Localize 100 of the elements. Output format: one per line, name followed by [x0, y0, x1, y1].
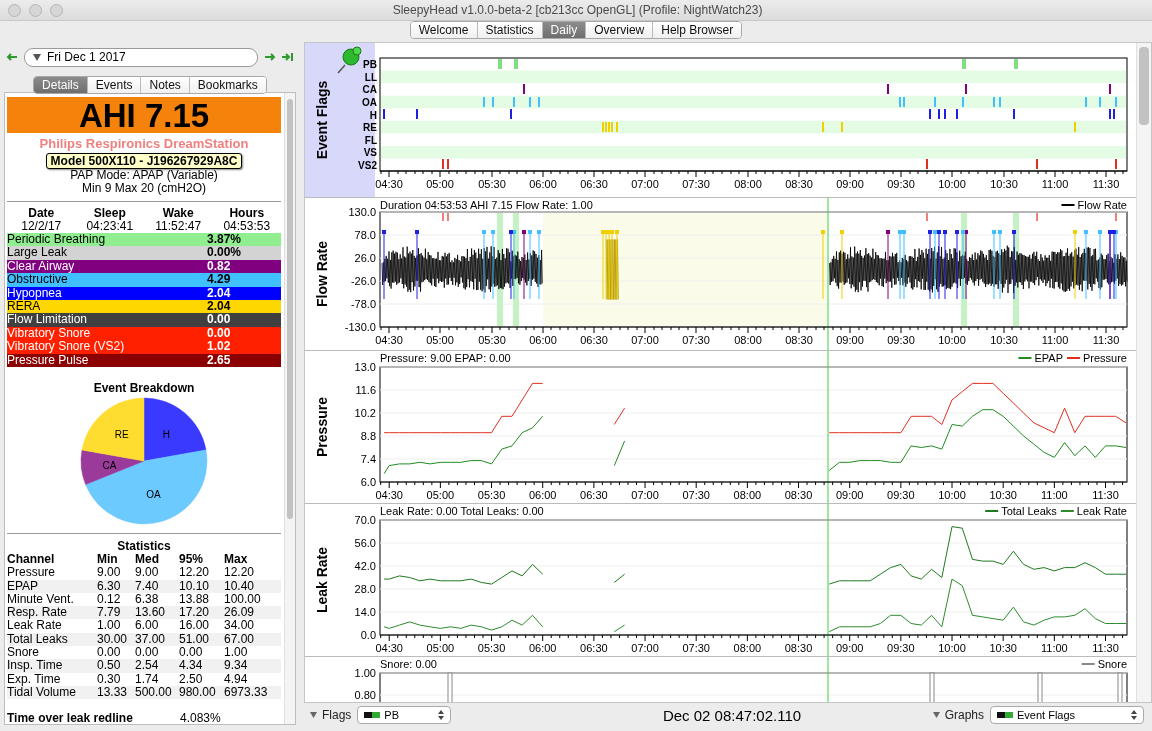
axis-label: 09:30 — [887, 642, 915, 654]
table-cell-text: Pressure — [7, 566, 57, 580]
table-cell-text: 9.00 — [135, 566, 160, 580]
table-cell-text: Minute Vent. — [7, 592, 75, 607]
table-cell-text: Exp. Time — [7, 672, 62, 686]
table-cell-text: 2.50 — [179, 672, 204, 686]
table-cell: EPAP — [7, 579, 97, 593]
table-cell-text: 34.00 — [224, 619, 256, 633]
axis-label: 05:30 — [478, 178, 506, 190]
table-cell: 30.00 — [97, 632, 135, 646]
table-cell: 9.34 — [224, 659, 281, 673]
table-cell-text: 4.94 — [224, 672, 249, 686]
column-header: Channel — [7, 552, 56, 567]
axis-label: 10.2 — [354, 407, 376, 419]
row-label: VS2 — [358, 159, 377, 171]
slice-label: OA — [146, 489, 161, 501]
row-label: H — [369, 109, 377, 121]
table-cell: Insp. Time — [7, 659, 97, 673]
legend-label: Leak Rate — [1076, 505, 1127, 517]
axis-label: 1.00 — [354, 667, 376, 679]
axis-label: 05:30 — [477, 642, 506, 654]
column-header: Med — [135, 552, 160, 567]
axis-label: 07:00 — [631, 642, 659, 654]
axis-label: 130.0 — [348, 206, 376, 218]
legend-label: Pressure — [1082, 352, 1127, 364]
table-cell-text: 6.38 — [135, 592, 160, 607]
column-header: Sleep — [92, 207, 127, 220]
table-cell: 13.60 — [135, 606, 179, 620]
axis-label: 08:00 — [734, 178, 762, 190]
table-cell: 7.79 — [97, 606, 135, 620]
event-value: 0.00 — [207, 313, 232, 327]
table-cell-text: 12.20 — [179, 566, 211, 580]
table-cell: 6.30 — [97, 579, 135, 593]
axis-label: 10:00 — [938, 489, 966, 501]
mode-text: PAP Mode: APAP (Variable) — [70, 169, 218, 182]
row-label: LL — [364, 71, 377, 83]
axis-label: 07:00 — [631, 334, 659, 346]
axis-label: 04:30 — [375, 178, 403, 190]
axis-label: 04:30 — [375, 642, 403, 654]
slice-label: CA — [102, 459, 117, 471]
table-cell: 2.54 — [135, 659, 179, 673]
axis-title: Pressure — [314, 397, 330, 457]
axis-label: 7.4 — [360, 453, 376, 465]
row-label: RE — [363, 122, 377, 134]
machine-name: Philips Respironics DreamStation — [38, 136, 250, 151]
event-name: Vibratory Snore — [7, 326, 91, 341]
axis-label: 11:00 — [1041, 334, 1069, 346]
chart-header: Pressure: 9.00 EPAP: 0.00 — [380, 352, 511, 364]
axis-label: -26.0 — [350, 275, 376, 287]
slice-label: H — [162, 429, 170, 441]
axis-label: 11:30 — [1092, 334, 1120, 346]
event-value: 0.00 — [207, 326, 232, 341]
table-cell-text: 0.12 — [97, 592, 122, 607]
table-cell-text: 1.00 — [97, 619, 122, 633]
table-cell: 67.00 — [224, 632, 281, 646]
event-value: 0.82 — [207, 259, 232, 274]
axis-label: 11:00 — [1041, 178, 1069, 190]
axis-title: Flow Rate — [314, 240, 330, 308]
event-value: 1.02 — [207, 340, 232, 354]
axis-label: 10:30 — [990, 334, 1018, 346]
table-cell: 13.33 — [97, 685, 135, 700]
axis-label: 04:30 — [375, 334, 403, 346]
table-cell: Tidal Volume — [7, 685, 97, 700]
table-cell: 6973.33 — [224, 685, 281, 700]
chart-title: Event Breakdown — [92, 380, 196, 395]
axis-label: 09:00 — [836, 334, 864, 346]
event-name: Vibratory Snore (VS2) — [7, 340, 125, 354]
chart-header: Snore: 0.00 — [380, 658, 437, 670]
table-cell-text: 0.30 — [97, 672, 122, 686]
axis-label: 05:00 — [426, 642, 455, 654]
event-name: RERA — [7, 299, 41, 314]
ahi-banner: AHI 7.15 — [7, 97, 281, 133]
table-cell: 500.00 — [135, 685, 179, 700]
event-value: 2.65 — [207, 353, 232, 367]
column-header: Min — [97, 552, 119, 567]
table-cell-text: 12/2/17 — [20, 220, 63, 233]
axis-title: Leak Rate — [314, 546, 330, 614]
table-cell: 26.09 — [224, 606, 281, 620]
row-label: VS — [363, 147, 377, 159]
axis-label: 05:00 — [426, 334, 454, 346]
event-value: 2.04 — [207, 286, 232, 300]
axis-label: 08:30 — [784, 642, 813, 654]
table-cell-text: 9.00 — [97, 566, 122, 580]
axis-label: 0.0 — [360, 629, 376, 641]
redline-value: 4.083% — [180, 711, 222, 724]
legend-label: EPAP — [1034, 352, 1063, 364]
redline-label: Time over leak redline — [7, 711, 134, 724]
table-title: Statistics — [116, 538, 172, 553]
column-header: Max — [224, 552, 249, 567]
event-value: 2.04 — [207, 299, 232, 314]
axis-label: 56.0 — [354, 537, 376, 549]
axis-label: 07:30 — [682, 178, 710, 190]
table-cell: 37.00 — [135, 632, 179, 646]
pressure-range: Min 9 Max 20 (cmH2O) — [81, 182, 206, 195]
table-cell-text: Snore — [7, 646, 41, 660]
legend-label: Snore — [1097, 658, 1127, 670]
row-label: CA — [362, 84, 377, 96]
axis-label: 06:30 — [580, 334, 608, 346]
axis-label: 09:00 — [835, 489, 864, 501]
axis-label: 10:00 — [938, 178, 966, 190]
